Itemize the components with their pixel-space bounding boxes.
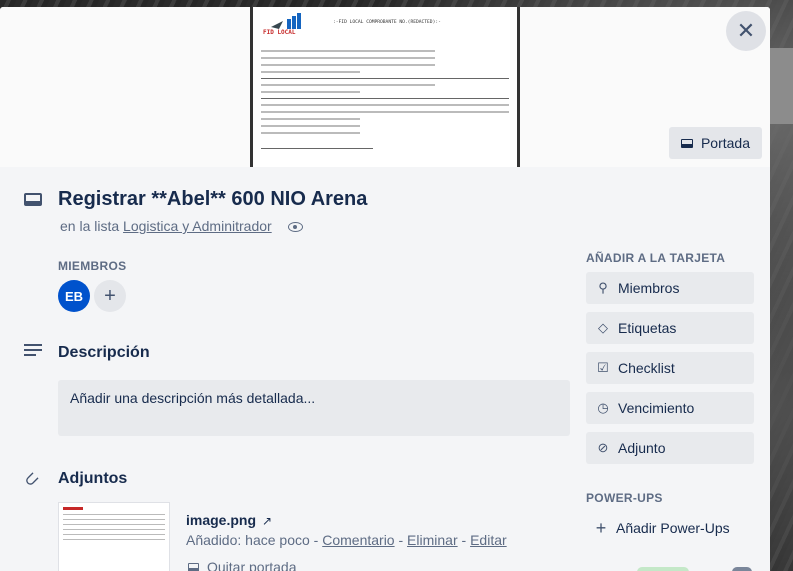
attachment-added: Añadido: hace poco [186,532,310,548]
powerup-badge [637,567,689,571]
edit-link[interactable]: Editar [470,532,507,548]
tag-icon: ◇ [598,320,608,335]
add-powerups-label: Añadir Power-Ups [616,520,730,536]
delete-link[interactable]: Eliminar [407,532,458,548]
comment-link[interactable]: Comentario [322,532,394,548]
checklist-button-label: Checklist [618,360,675,376]
attachments-heading: Adjuntos [58,470,128,487]
list-link[interactable]: Logistica y Adminitrador [123,218,272,234]
powerups-heading: POWER-UPS [586,491,663,505]
add-to-card-heading: AÑADIR A LA TARJETA [586,251,726,265]
cover-button[interactable]: Portada [668,127,762,159]
card-detail-modal: FID LOCAL :-FID LOCAL COMPROBANTE NO.(RE… [0,7,770,571]
members-button[interactable]: ⚲ Miembros [586,272,754,304]
attachment-name[interactable]: image.png ↗ [186,512,272,528]
labels-button-label: Etiquetas [618,320,677,336]
attachment-button-label: Adjunto [618,440,666,456]
eye-icon[interactable] [287,222,303,233]
description-input[interactable]: Añadir una descripción más detallada... [58,380,570,436]
members-button-label: Miembros [618,280,680,296]
paperclip-icon: ⊂ [18,466,44,492]
list-info: en la lista Logistica y Adminitrador [60,218,303,234]
remove-cover-button[interactable]: Quitar portada [188,559,297,571]
members-heading: MIEMBROS [58,259,127,273]
labels-button[interactable]: ◇ Etiquetas [586,312,754,344]
due-date-button-label: Vencimiento [618,400,695,416]
attachment-button[interactable]: ⊘ Adjunto [586,432,754,464]
card-cover: FID LOCAL :-FID LOCAL COMPROBANTE NO.(RE… [0,7,770,167]
due-date-button[interactable]: ◷ Vencimiento [586,392,754,424]
close-icon: ✕ [736,18,756,43]
cover-button-label: Portada [700,135,750,151]
remove-cover-label: Quitar portada [207,559,297,571]
attachment-filename: image.png [186,512,257,528]
description-heading: Descripción [58,344,150,361]
card-icon [24,193,42,206]
doc-title: :-FID LOCAL COMPROBANTE NO.(REDACTED):- [333,20,441,25]
checkbox-icon: ☑ [597,360,609,375]
doc-logo-text: FID LOCAL [263,29,296,36]
close-button[interactable]: ✕ [726,11,766,51]
list-prefix: en la lista [60,218,120,234]
attachment-meta: Añadido: hace poco - Comentario - Elimin… [186,532,507,548]
external-link-icon: ↗ [262,514,273,528]
card-cover-icon [188,562,199,571]
card-cover-icon [680,138,693,148]
doc-body [261,45,509,154]
add-powerups-button[interactable]: + Añadir Power-Ups [586,512,754,544]
card-title[interactable]: Registrar **Abel** 600 NIO Arena [58,188,367,211]
attachment-thumbnail[interactable] [58,502,170,571]
cover-image: FID LOCAL :-FID LOCAL COMPROBANTE NO.(RE… [250,7,520,167]
avatar[interactable]: EB [58,280,90,312]
plus-icon: + [595,517,607,538]
background-card [769,48,793,124]
description-icon [24,344,42,359]
clock-icon: ◷ [597,400,609,415]
add-member-button[interactable]: + [94,280,126,312]
plus-icon: + [104,284,116,307]
person-icon: ⚲ [598,280,608,295]
powerup-badge-dark [732,567,752,571]
paperclip-icon: ⊘ [597,440,609,455]
checklist-button[interactable]: ☑ Checklist [586,352,754,384]
